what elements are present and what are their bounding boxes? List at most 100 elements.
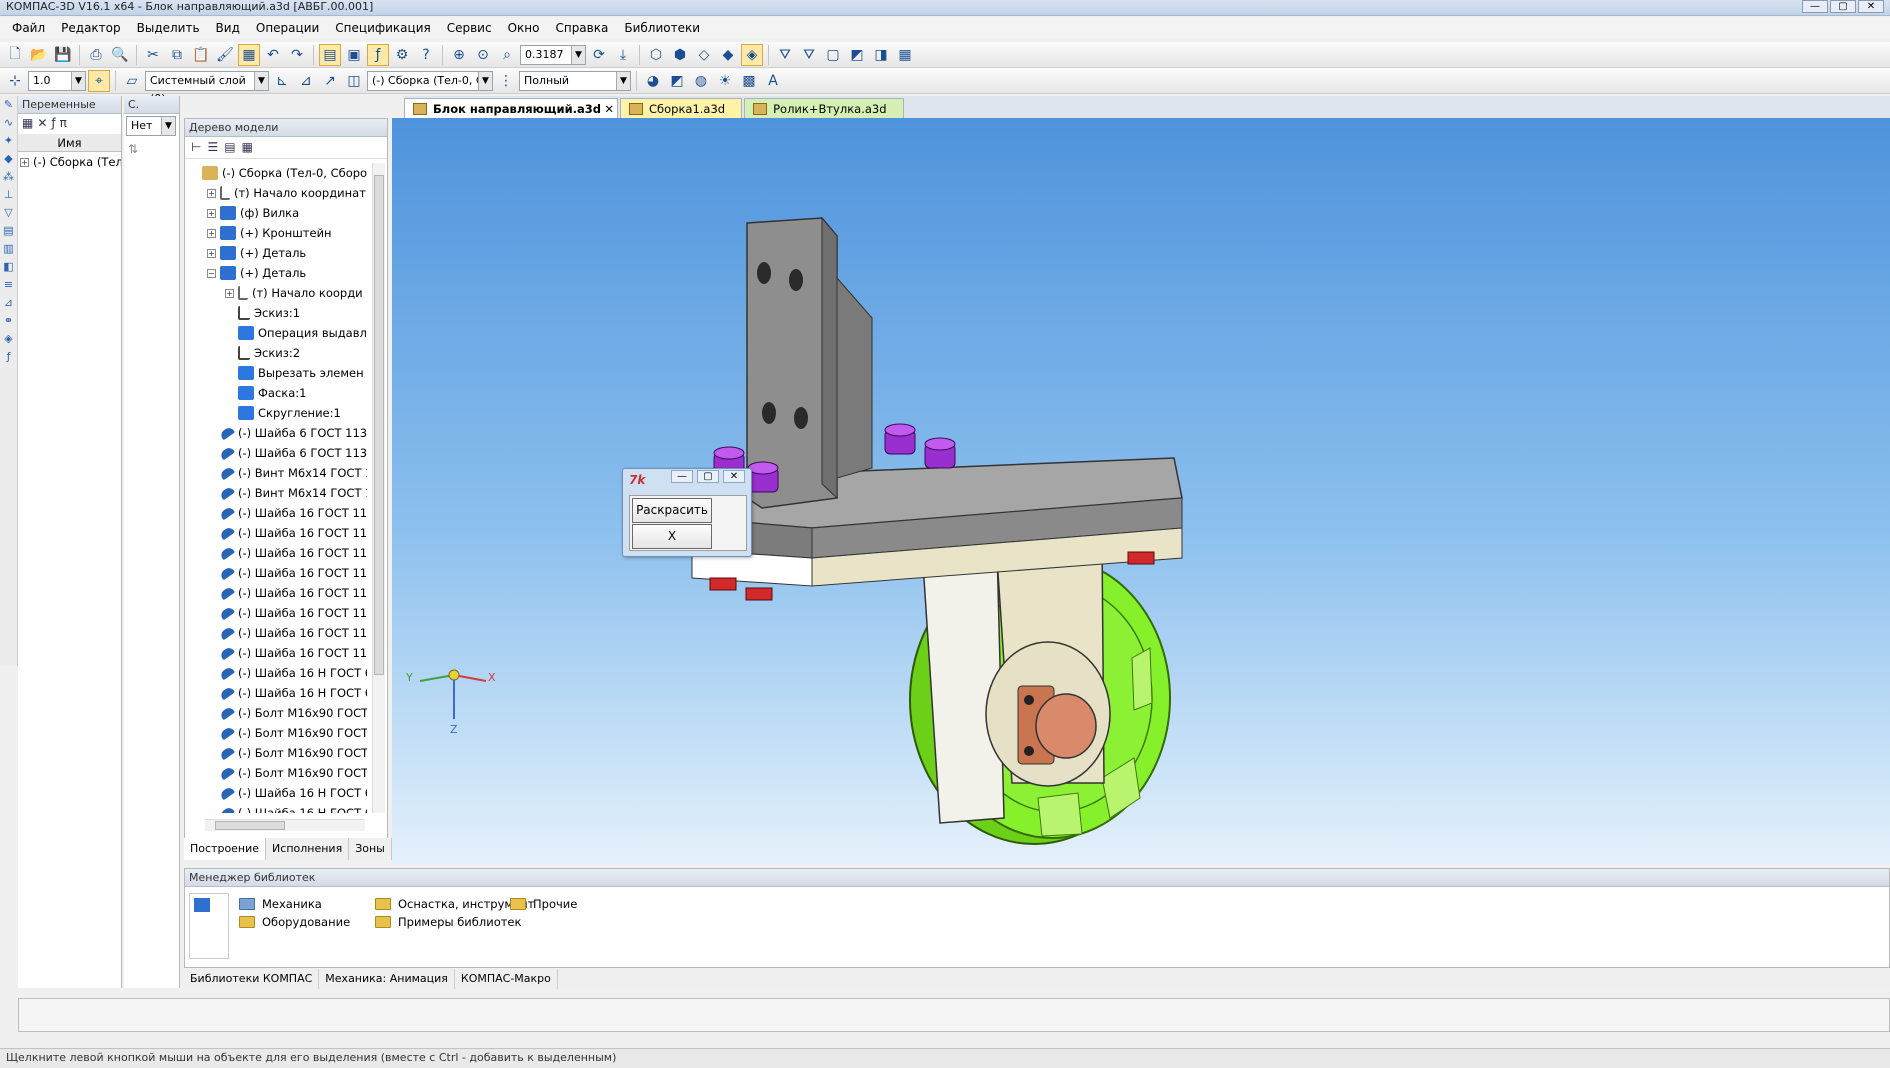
spline-icon[interactable]: ∿ — [0, 114, 17, 132]
tree-item[interactable]: (-) Шайба 16 Н ГОСТ 6 — [189, 783, 367, 803]
menu-view[interactable]: Вид — [208, 21, 248, 35]
snap-icon[interactable]: ⌖ — [88, 69, 110, 92]
tree-filter-icon[interactable]: ▤ — [224, 140, 235, 155]
close-button[interactable]: ✕ — [1858, 0, 1884, 13]
measure-icon[interactable]: ⊥ — [0, 186, 17, 204]
orient-icon[interactable]: ↗ — [319, 70, 341, 92]
tree-horizontal-scrollbar[interactable] — [205, 819, 365, 831]
close-icon[interactable]: ✕ — [604, 99, 614, 119]
measure-icon[interactable]: ⚙ — [391, 44, 413, 66]
view-manager-icon[interactable]: ◨ — [870, 44, 892, 66]
color-icon[interactable]: ◩ — [666, 70, 688, 92]
maximize-button[interactable]: ▢ — [1830, 0, 1856, 13]
zoom-combobox[interactable]: 0.3187 ▼ — [520, 44, 586, 65]
x-button[interactable]: X — [632, 524, 712, 549]
shaded-icon[interactable]: ◆ — [717, 44, 739, 66]
tree-item[interactable]: (-) Шайба 16 ГОСТ 113 — [189, 603, 367, 623]
tree-item[interactable]: + (ф) Вилка — [189, 203, 367, 223]
layer-combobox[interactable]: Системный слой (0) ▼ — [145, 70, 269, 105]
point-icon[interactable]: ✦ — [0, 132, 17, 150]
tab-build[interactable]: Построение — [184, 838, 267, 860]
component-icon[interactable]: ◫ — [343, 70, 365, 92]
expand-icon[interactable]: + — [207, 248, 216, 258]
thin-lines-icon[interactable]: ◇ — [693, 44, 715, 66]
zoom-window-icon[interactable]: ⊕ — [448, 44, 470, 66]
local-cs-icon[interactable]: ⊾ — [271, 70, 293, 92]
axes-icon[interactable]: ⊹ — [4, 70, 26, 92]
menu-select[interactable]: Выделить — [129, 21, 208, 35]
nut[interactable] — [924, 437, 956, 469]
tab-kompas-libraries[interactable]: Библиотеки КОМПАС — [184, 969, 320, 989]
help-cursor-icon[interactable]: ? — [415, 44, 437, 66]
tree-vertical-scrollbar[interactable] — [372, 163, 385, 813]
tree-item[interactable]: (-) Шайба 6 ГОСТ 1137 — [189, 443, 367, 463]
variables-icon[interactable]: ƒ — [0, 348, 17, 366]
doc-tab-block[interactable]: Блок направляющий.a3d ✕ — [404, 98, 618, 118]
tree-hscroll-thumb[interactable] — [215, 821, 285, 830]
tree-item[interactable]: (-) Шайба 16 Н ГОСТ 6 — [189, 803, 367, 813]
surface-icon[interactable]: ◆ — [0, 150, 17, 168]
menu-window[interactable]: Окно — [500, 21, 548, 35]
bolt-head[interactable] — [709, 577, 737, 591]
variables-root-row[interactable]: + (-) Сборка (Тел — [18, 152, 121, 172]
orientation-icon[interactable]: ⤓ — [612, 44, 634, 66]
library-root-icon[interactable] — [194, 898, 210, 912]
tree-item[interactable]: (-) Шайба 6 ГОСТ 1137 — [189, 423, 367, 443]
dialog-maximize-button[interactable]: ▢ — [697, 470, 719, 483]
tree-item[interactable]: Фаска:1 — [189, 383, 367, 403]
tab-zones[interactable]: Зоны — [349, 838, 392, 860]
tree-item[interactable]: (-) Сборка (Тел-0, Сбороч — [189, 163, 367, 183]
function-icon[interactable]: ƒ — [51, 116, 55, 132]
tree-list-icon[interactable]: ▦ — [242, 140, 253, 155]
material-icon[interactable]: ◕ — [642, 70, 664, 92]
detail-icon[interactable]: ⋮ — [495, 70, 517, 92]
cut-icon[interactable]: ✂ — [142, 44, 164, 66]
tab-versions[interactable]: Исполнения — [266, 838, 350, 860]
manager-icon[interactable]: ▣ — [343, 44, 365, 66]
doc-tab-roller[interactable]: Ролик+Втулка.a3d — [744, 98, 904, 118]
tree-item[interactable]: Операция выдавл — [189, 323, 367, 343]
expand-icon[interactable]: + — [225, 288, 234, 298]
tree-item[interactable]: (-) Болт М16х90 ГОСТ — [189, 703, 367, 723]
copy-icon[interactable]: ⧉ — [166, 44, 188, 66]
array-icon[interactable]: ⁂ — [0, 168, 17, 186]
tree-item[interactable]: + (+) Кронштейн — [189, 223, 367, 243]
wireframe-icon[interactable]: ⬡ — [645, 44, 667, 66]
new-file-icon[interactable]: 🗋 — [4, 44, 26, 66]
tree-item[interactable]: (-) Шайба 16 ГОСТ 113 — [189, 623, 367, 643]
save-icon[interactable]: 💾 — [52, 44, 74, 66]
bolt-head[interactable] — [745, 587, 773, 601]
object-combobox[interactable]: (-) Сборка (Тел-0, С ▼ — [367, 70, 493, 91]
pi-icon[interactable]: π — [60, 116, 67, 132]
expand-icon[interactable]: + — [20, 157, 29, 167]
box-icon[interactable]: ▢ — [822, 44, 844, 66]
shaded-edges-icon[interactable]: ◈ — [741, 43, 763, 66]
library-item[interactable]: Механика — [239, 897, 322, 911]
tree-item[interactable]: Скругление:1 — [189, 403, 367, 423]
s-panel-combobox[interactable]: Нет ▼ — [126, 116, 176, 136]
menu-libraries[interactable]: Библиотеки — [616, 21, 708, 35]
pipe-icon[interactable]: ⊿ — [0, 294, 17, 312]
rotate-icon[interactable]: ⟳ — [588, 44, 610, 66]
hidden-lines-icon[interactable]: ⬢ — [669, 44, 691, 66]
sheet-icon[interactable]: ◧ — [0, 258, 17, 276]
tree-item[interactable]: (-) Шайба 16 ГОСТ 113 — [189, 583, 367, 603]
tree-item[interactable]: (-) Винт М6х14 ГОСТ 1 — [189, 483, 367, 503]
chevron-down-icon[interactable]: ▼ — [616, 71, 630, 90]
dialog-close-button[interactable]: ✕ — [723, 470, 745, 483]
tree-toggle-icon[interactable]: ▤ — [319, 43, 341, 66]
mate-icon[interactable]: ⚭ — [0, 312, 17, 330]
render-icon[interactable]: ◍ — [690, 70, 712, 92]
report-icon[interactable]: ▥ — [0, 240, 17, 258]
menu-operations[interactable]: Операции — [248, 21, 327, 35]
filter-icon[interactable]: ⛛ — [774, 44, 796, 66]
tree-item[interactable]: (-) Шайба 16 ГОСТ 113 — [189, 543, 367, 563]
tree-item[interactable]: + (+) Деталь — [189, 243, 367, 263]
expand-icon[interactable]: + — [207, 208, 216, 218]
chevron-down-icon[interactable]: ▼ — [254, 71, 268, 90]
filter2-icon[interactable]: ⛛ — [798, 44, 820, 66]
sort-icon[interactable]: ⇅ — [124, 138, 179, 160]
library-item[interactable]: Прочие — [510, 897, 577, 911]
bolt-head[interactable] — [1127, 551, 1155, 565]
tree-item[interactable]: (-) Шайба 16 ГОСТ 113 — [189, 503, 367, 523]
